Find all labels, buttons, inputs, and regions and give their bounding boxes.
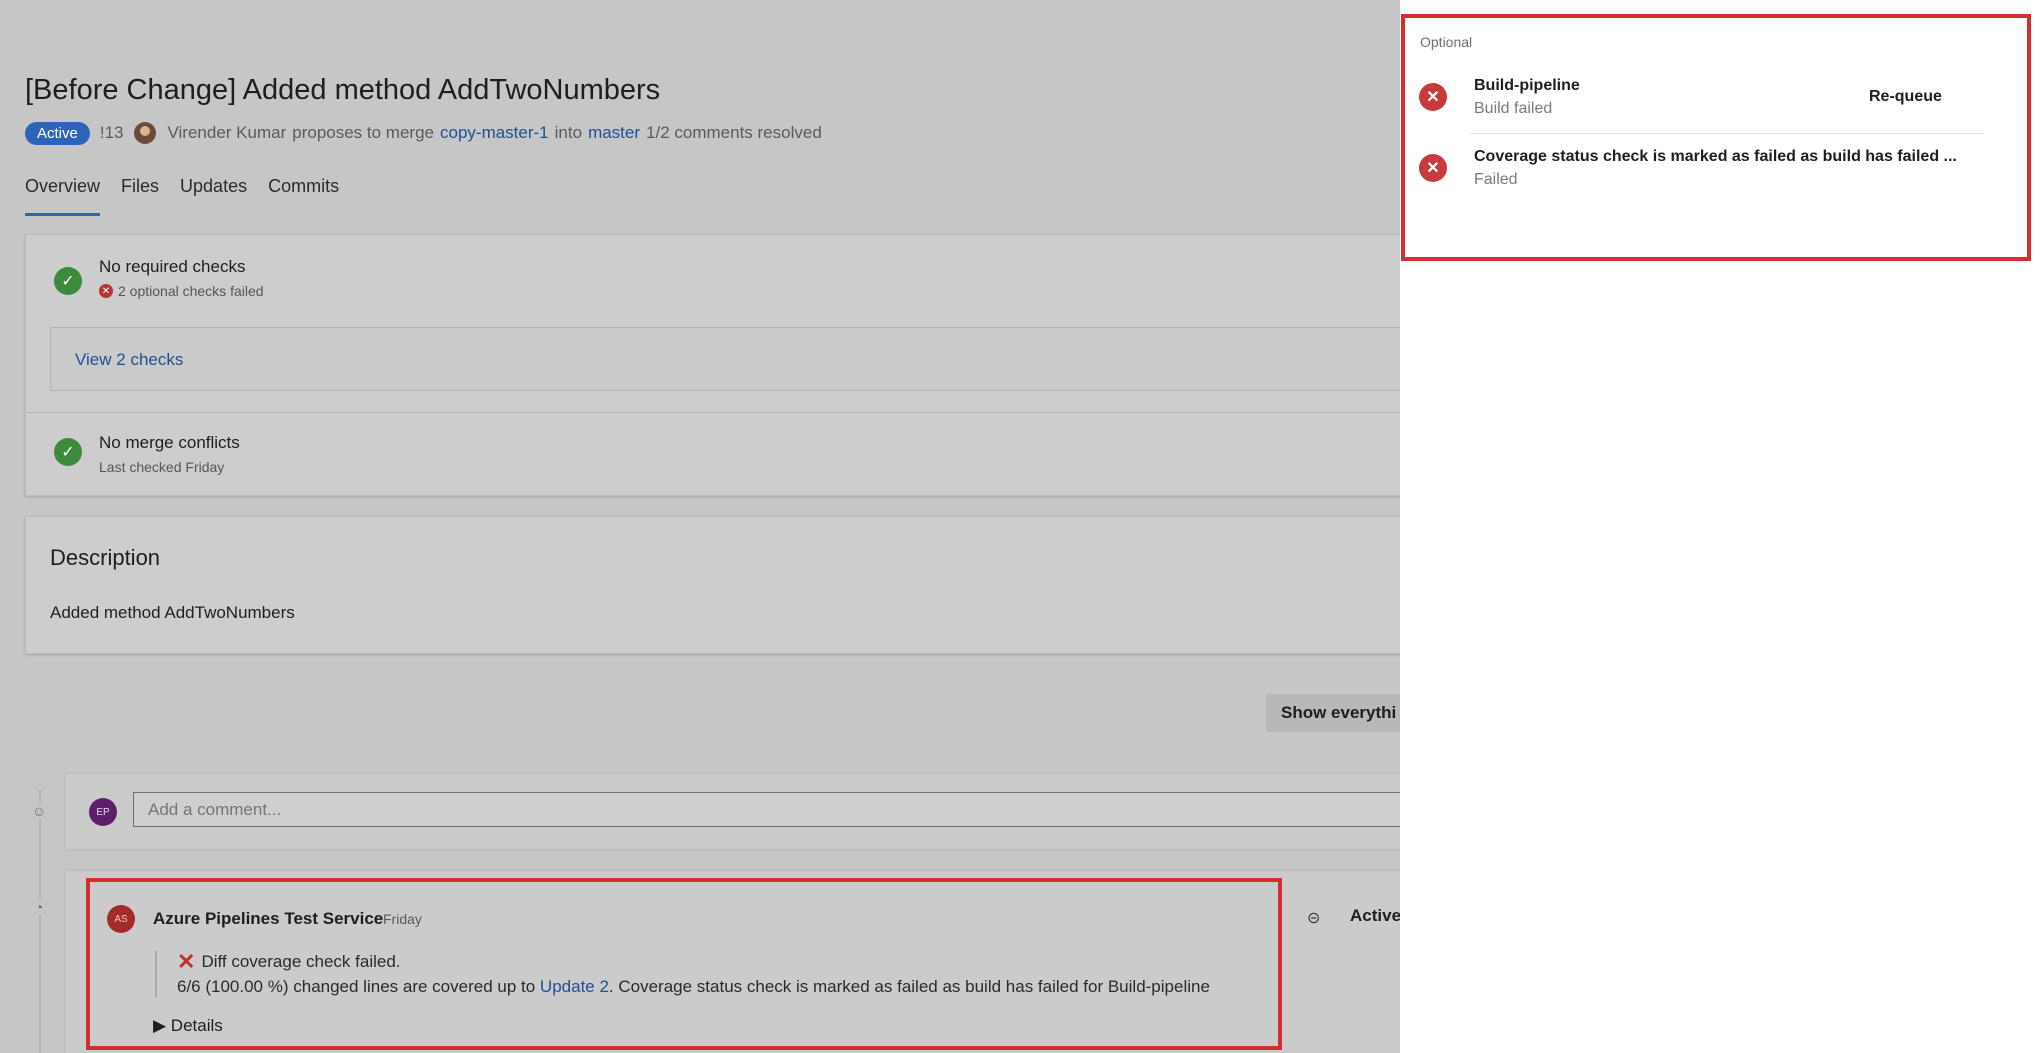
check-item-status: Build failed <box>1474 100 1553 117</box>
link-icon[interactable]: ⊝ <box>1307 908 1320 928</box>
thread-message: ✕ Diff coverage check failed. 6/6 (100.00… <box>155 951 1210 997</box>
comment-input[interactable] <box>133 792 1400 827</box>
tab-commits[interactable]: Commits <box>268 176 339 216</box>
check-item-status: Failed <box>1474 171 1518 188</box>
pr-id: !13 <box>99 123 124 142</box>
message-line-2-suffix: . Coverage status check is marked as fai… <box>608 977 1210 996</box>
details-toggle[interactable]: ▶ Details <box>153 1016 223 1036</box>
thread-status[interactable]: Active <box>1350 906 1400 926</box>
avatar <box>133 122 156 144</box>
avatar: EP <box>89 798 117 826</box>
description-card: Description Added method AddTwoNumbers <box>25 516 1400 654</box>
new-comment-card: EP <box>64 773 1400 850</box>
requeue-button[interactable]: Re-queue <box>1869 88 1942 106</box>
required-checks-title: No required checks <box>99 257 246 276</box>
view-checks-box[interactable]: View 2 checks <box>50 327 1400 391</box>
thread-time: Friday <box>383 911 422 927</box>
checks-card: ✓ No required checks ✕ 2 optional checks… <box>25 234 1400 496</box>
details-label: Details <box>170 1016 223 1035</box>
check-item-title: Build-pipeline <box>1474 77 1580 94</box>
target-branch-link[interactable]: master <box>588 123 640 143</box>
tab-bar: Overview Files Updates Commits <box>25 176 360 216</box>
merge-conflicts-title: No merge conflicts <box>99 433 240 452</box>
failed-icon: ✕ <box>1419 83 1447 111</box>
description-heading: Description <box>50 545 161 570</box>
divider <box>26 412 1400 413</box>
comments-resolved: 1/2 comments resolved <box>646 123 822 142</box>
check-success-icon: ✓ <box>54 267 82 295</box>
highlight-box <box>1401 14 2031 261</box>
thread-icon: ◔ <box>31 899 47 915</box>
message-line-2-prefix: 6/6 (100.00 %) changed lines are covered… <box>177 977 536 996</box>
pull-request-overview: [Before Change] Added method AddTwoNumbe… <box>0 0 1400 1053</box>
panel-section-label: Optional <box>1420 34 1473 50</box>
check-item-title: Coverage status check is marked as faile… <box>1474 148 1957 165</box>
tab-overview[interactable]: Overview <box>25 176 101 216</box>
divider <box>1470 133 1984 134</box>
show-everything-button[interactable]: Show everythi <box>1266 694 1400 732</box>
pr-meta-row: Active !13 Virender Kumar proposes to me… <box>25 120 822 146</box>
tab-files[interactable]: Files <box>121 176 159 216</box>
merge-success-icon: ✓ <box>54 438 82 466</box>
update-link[interactable]: Update 2 <box>540 977 609 996</box>
description-body: Added method AddTwoNumbers <box>50 603 295 622</box>
error-icon: ✕ <box>99 284 113 298</box>
source-branch-link[interactable]: copy-master-1 <box>440 123 549 143</box>
page-title: [Before Change] Added method AddTwoNumbe… <box>25 74 661 106</box>
timeline-rail <box>39 790 41 1053</box>
failed-icon: ✕ <box>1419 154 1447 182</box>
message-line-1: Diff coverage check failed. <box>201 952 401 971</box>
optional-checks-summary: ✕ 2 optional checks failed <box>99 283 264 299</box>
comment-thread: AS Azure Pipelines Test Service Friday ✕… <box>64 870 1400 1053</box>
fail-x-icon: ✕ <box>177 949 196 974</box>
pr-author: Virender Kumar <box>167 123 287 142</box>
into-text: into <box>554 123 583 142</box>
view-checks-link[interactable]: View 2 checks <box>75 350 183 370</box>
tab-updates[interactable]: Updates <box>180 176 247 216</box>
comment-add-icon: ☺ <box>31 803 47 819</box>
status-badge: Active <box>25 121 90 145</box>
optional-checks-failed-text: 2 optional checks failed <box>118 283 264 299</box>
avatar: AS <box>107 905 135 933</box>
merge-last-checked: Last checked Friday <box>99 459 225 475</box>
thread-author: Azure Pipelines Test Service <box>153 909 384 928</box>
proposes-text: proposes to merge <box>292 123 434 142</box>
